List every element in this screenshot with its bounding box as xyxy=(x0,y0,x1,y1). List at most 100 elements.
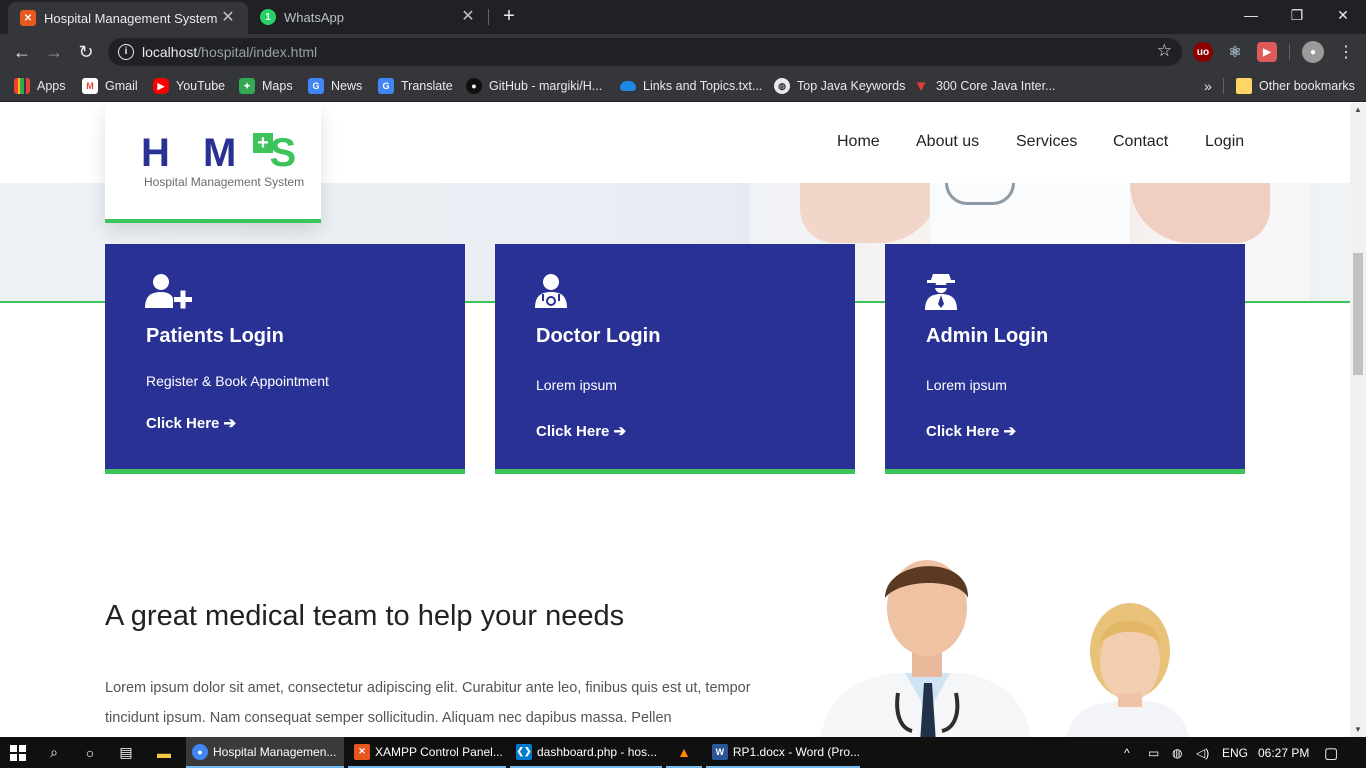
volume-icon[interactable]: ◁) xyxy=(1196,737,1209,768)
vlc-icon[interactable]: ▲ xyxy=(666,737,702,768)
language-indicator[interactable]: ENG xyxy=(1222,737,1248,768)
task-view-icon[interactable]: ▤ xyxy=(108,737,144,768)
stethoscope-icon xyxy=(945,183,1015,205)
bookmark-gmail[interactable]: M Gmail xyxy=(82,76,138,96)
nav-services[interactable]: Services xyxy=(1016,133,1077,151)
doctors-photo xyxy=(820,560,1189,737)
bookmark-star-icon[interactable]: ☆ xyxy=(1157,41,1172,61)
logo-subtitle: Hospital Management System xyxy=(144,175,305,189)
restore-icon[interactable]: ❐ xyxy=(1274,0,1320,30)
nav-contact[interactable]: Contact xyxy=(1113,133,1168,151)
bookmark-label: Translate xyxy=(401,79,453,93)
close-window-icon[interactable]: ✕ xyxy=(1320,0,1366,30)
bookmark-label: Other bookmarks xyxy=(1259,79,1355,93)
browser-toolbar: ← → ↻ i localhost/hospital/index.html ☆ … xyxy=(0,34,1366,70)
card-title: Patients Login xyxy=(146,325,284,347)
youtube-icon: ▶ xyxy=(153,78,169,94)
admin-click-here-link[interactable]: Click Here ➔ xyxy=(926,422,1016,440)
bookmark-maps[interactable]: ✦ Maps xyxy=(239,76,293,96)
scroll-down-icon[interactable]: ▼ xyxy=(1350,723,1366,737)
tab-close-icon[interactable]: ✕ xyxy=(460,9,476,25)
bookmark-github[interactable]: ● GitHub - margiki/H... xyxy=(466,76,602,96)
taskbar-app-word[interactable]: W RP1.docx - Word (Pro... xyxy=(706,737,860,768)
card-description: Register & Book Appointment xyxy=(146,373,329,389)
network-icon[interactable]: ◍ xyxy=(1172,737,1182,768)
doctor-click-here-link[interactable]: Click Here ➔ xyxy=(536,422,626,440)
bookmark-red-icon: ▼ xyxy=(913,77,929,95)
tab-close-icon[interactable]: ✕ xyxy=(220,10,236,26)
site-logo[interactable]: H M S + Hospital Management System xyxy=(105,103,321,223)
tray-chevron-icon[interactable]: ^ xyxy=(1124,737,1130,768)
bookmark-label: Maps xyxy=(262,79,293,93)
bookmarks-overflow-icon[interactable]: » xyxy=(1204,76,1212,96)
tab-hospital-management[interactable]: ✕ Hospital Management System ✕ xyxy=(8,2,248,34)
admin-login-card: Admin Login Lorem ipsum Click Here ➔ xyxy=(885,244,1245,474)
url-text: localhost/hospital/index.html xyxy=(142,44,317,60)
logo-text: H M S xyxy=(141,131,307,176)
taskbar-app-label: dashboard.php - hos... xyxy=(537,744,658,759)
extension-icon[interactable]: ▶ xyxy=(1257,42,1277,62)
ublock-icon[interactable]: uo xyxy=(1193,42,1213,62)
bookmark-other-bookmarks[interactable]: Other bookmarks xyxy=(1236,76,1355,96)
link-label: Click Here xyxy=(146,415,220,432)
reload-icon[interactable]: ↻ xyxy=(72,38,100,66)
bookmark-top-java-keywords[interactable]: ◍ Top Java Keywords xyxy=(774,76,905,96)
arrow-right-icon: ➔ xyxy=(613,423,627,440)
card-description: Lorem ipsum xyxy=(926,377,1007,393)
new-tab-icon[interactable]: + xyxy=(498,5,520,27)
logo-letter-s: S xyxy=(269,131,308,175)
taskbar-app-chrome[interactable]: ● Hospital Managemen... xyxy=(186,737,344,768)
cortana-icon[interactable]: ○ xyxy=(72,737,108,768)
bookmark-links-topics[interactable]: Links and Topics.txt... xyxy=(620,76,762,96)
word-icon: W xyxy=(712,743,728,760)
bookmark-translate[interactable]: G Translate xyxy=(378,76,453,96)
card-title: Doctor Login xyxy=(536,325,661,347)
forward-icon[interactable]: → xyxy=(40,38,68,66)
react-devtools-icon[interactable]: ⚛ xyxy=(1225,42,1245,62)
nav-about-us[interactable]: About us xyxy=(916,133,979,151)
windows-taskbar: ⌕ ○ ▤ ▬ ● Hospital Managemen... ✕ XAMPP … xyxy=(0,737,1366,768)
news-icon: G xyxy=(308,78,324,94)
tab-whatsapp[interactable]: 1 WhatsApp ✕ xyxy=(248,0,488,34)
url-path: /hospital/index.html xyxy=(197,44,318,60)
nav-login[interactable]: Login xyxy=(1205,133,1244,151)
bookmark-apps[interactable]: Apps xyxy=(14,76,66,96)
windows-start-icon[interactable] xyxy=(0,737,36,768)
patients-login-card: Patients Login Register & Book Appointme… xyxy=(105,244,465,474)
address-bar[interactable]: i localhost/hospital/index.html ☆ xyxy=(108,38,1182,66)
bookmark-youtube[interactable]: ▶ YouTube xyxy=(153,76,225,96)
xampp-icon: ✕ xyxy=(20,10,36,26)
card-title: Admin Login xyxy=(926,325,1049,347)
gmail-icon: M xyxy=(82,78,98,94)
bookmark-news[interactable]: G News xyxy=(308,76,362,96)
profile-avatar[interactable]: ● xyxy=(1302,41,1324,63)
bookmark-300-core-java[interactable]: ▼ 300 Core Java Inter... xyxy=(913,76,1056,96)
notifications-icon[interactable]: ▢ xyxy=(1324,737,1338,768)
link-label: Click Here xyxy=(536,423,610,440)
apps-grid-icon xyxy=(14,78,30,94)
back-icon[interactable]: ← xyxy=(8,38,36,66)
site-info-icon[interactable]: i xyxy=(118,44,134,60)
link-label: Click Here xyxy=(926,423,1000,440)
scrollbar-thumb[interactable] xyxy=(1353,253,1363,375)
clock[interactable]: 06:27 PM xyxy=(1258,737,1309,768)
github-icon: ● xyxy=(466,78,482,94)
arrow-right-icon: ➔ xyxy=(1003,423,1017,440)
taskbar-app-xampp[interactable]: ✕ XAMPP Control Panel... xyxy=(348,737,506,768)
team-section-text: Lorem ipsum dolor sit amet, consectetur … xyxy=(105,680,751,726)
page-scrollbar[interactable]: ▲ ▼ xyxy=(1350,103,1366,737)
taskbar-app-vscode[interactable]: ❮❯ dashboard.php - hos... xyxy=(510,737,662,768)
patients-click-here-link[interactable]: Click Here ➔ xyxy=(146,414,236,432)
url-host: localhost xyxy=(142,44,198,60)
menu-kebab-icon[interactable]: ⋮ xyxy=(1332,38,1360,66)
tab-separator xyxy=(488,9,489,25)
bookmark-label: YouTube xyxy=(176,79,226,93)
browser-tab-bar: ✕ Hospital Management System ✕ 1 WhatsAp… xyxy=(0,0,1366,34)
scroll-up-icon[interactable]: ▲ xyxy=(1350,103,1366,117)
battery-icon[interactable]: ▭ xyxy=(1148,737,1159,768)
minimize-icon[interactable]: — xyxy=(1228,0,1274,30)
file-explorer-icon[interactable]: ▬ xyxy=(146,737,182,768)
nav-home[interactable]: Home xyxy=(837,133,880,151)
search-icon[interactable]: ⌕ xyxy=(36,737,72,768)
bookmarks-bar: Apps M Gmail ▶ YouTube ✦ Maps G News G T… xyxy=(0,70,1366,102)
